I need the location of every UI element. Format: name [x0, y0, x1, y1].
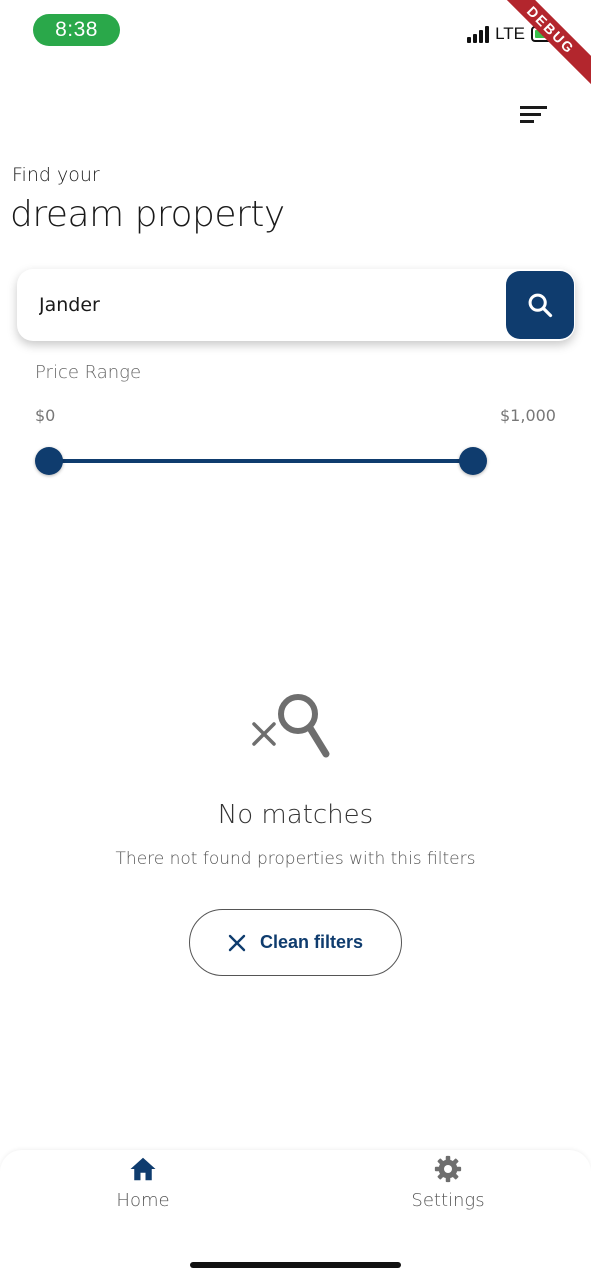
search-bar: [17, 269, 575, 341]
gear-icon: [434, 1155, 462, 1183]
nav-label-settings: Settings: [411, 1190, 485, 1211]
search-icon: [528, 293, 553, 318]
signal-icon: [467, 25, 490, 43]
search-input[interactable]: [39, 269, 499, 341]
clean-filters-button[interactable]: Clean filters: [189, 909, 402, 976]
page-subtitle: Find your: [12, 164, 100, 186]
price-range-label: Price Range: [35, 362, 142, 383]
empty-state-description: There not found properties with this fil…: [115, 849, 476, 869]
nav-label-home: Home: [116, 1190, 170, 1211]
home-icon: [130, 1157, 156, 1181]
network-type: LTE: [495, 24, 525, 43]
price-max-label: $1,000: [500, 406, 556, 425]
slider-track: [49, 459, 475, 463]
search-button[interactable]: [506, 271, 574, 339]
nav-item-settings[interactable]: Settings: [368, 1150, 528, 1211]
debug-banner: DEBUG: [487, 0, 591, 94]
bottom-navigation: Home Settings: [0, 1150, 591, 1280]
nav-item-home[interactable]: Home: [63, 1150, 223, 1211]
status-time: 8:38: [33, 14, 120, 46]
empty-state-title: No matches: [217, 800, 374, 830]
home-indicator: [190, 1262, 401, 1268]
slider-thumb-max[interactable]: [459, 447, 487, 475]
close-icon: [228, 934, 246, 951]
clean-filters-label: Clean filters: [259, 932, 364, 952]
search-off-icon: [252, 694, 330, 758]
price-min-label: $0: [35, 406, 56, 425]
filter-lines-icon[interactable]: [514, 100, 554, 130]
price-range-slider[interactable]: [35, 446, 489, 476]
slider-thumb-min[interactable]: [35, 447, 63, 475]
page-title: dream property: [10, 194, 285, 235]
